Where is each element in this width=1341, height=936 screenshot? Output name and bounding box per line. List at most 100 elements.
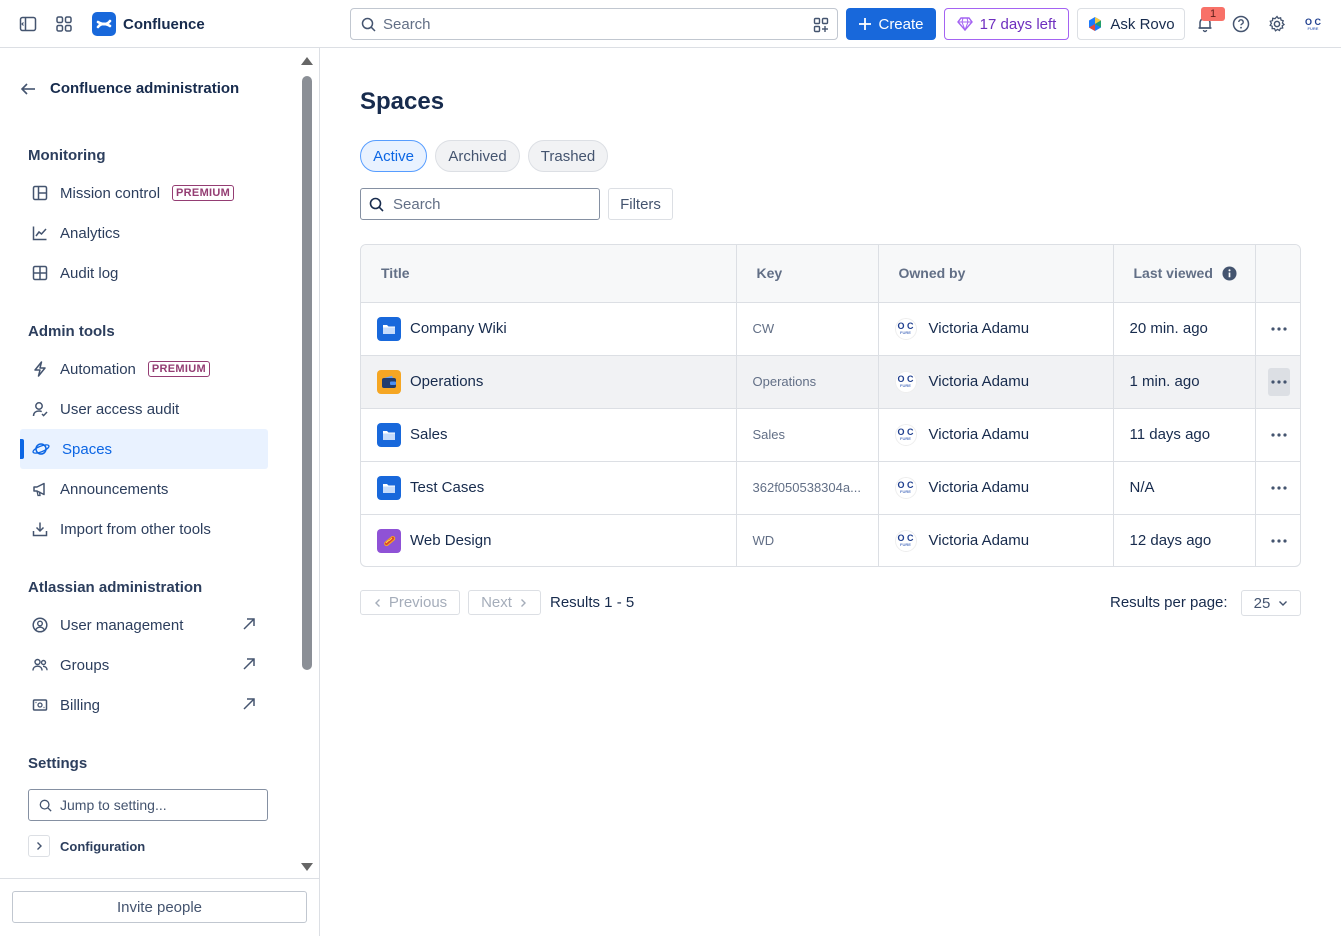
sidebar-item-groups[interactable]: Groups: [20, 645, 268, 685]
space-folder-icon: [377, 316, 401, 341]
global-search[interactable]: [350, 8, 838, 40]
trial-button[interactable]: 17 days left: [944, 8, 1069, 40]
table-row[interactable]: Operations Operations O C FURE Victoria …: [361, 355, 1300, 409]
configuration-label: Configuration: [60, 838, 146, 854]
info-icon[interactable]: [1222, 266, 1237, 281]
spaces-search-input[interactable]: [393, 195, 593, 213]
cell-last-viewed: 20 min. ago: [1113, 302, 1256, 356]
cell-actions: [1255, 302, 1300, 356]
scroll-down-icon[interactable]: [300, 862, 314, 874]
sidebar-item-user-management[interactable]: User management: [20, 605, 268, 645]
space-title-link-operations[interactable]: Operations: [410, 373, 483, 390]
cell-key: WD: [736, 514, 879, 566]
sidebar-item-spaces[interactable]: Spaces: [20, 429, 268, 469]
user-circle-icon: [32, 617, 48, 633]
sidebar-item-mission-control[interactable]: Mission control PREMIUM: [20, 173, 268, 213]
cell-key: Operations: [736, 355, 879, 409]
sidebar-item-audit-log[interactable]: Audit log: [20, 253, 268, 293]
billing-icon: [32, 699, 48, 711]
avatar-subtext: FURE: [1307, 25, 1319, 31]
jump-to-setting[interactable]: [28, 789, 268, 821]
results-count: Results 1 - 5: [550, 594, 635, 611]
more-actions-icon[interactable]: [1268, 474, 1290, 502]
help-icon[interactable]: [1229, 12, 1253, 36]
avatar-logo: O C FURE: [1302, 13, 1324, 35]
sidebar-item-announcements[interactable]: Announcements: [20, 469, 268, 509]
sidebar-item-label: Groups: [60, 656, 110, 674]
external-link-icon: [243, 658, 255, 670]
filters-button[interactable]: Filters: [608, 188, 673, 220]
space-title-link-web-design[interactable]: Web Design: [410, 532, 491, 549]
sidebar-toggle-icon[interactable]: [16, 12, 40, 36]
table-row[interactable]: Sales Sales O C FURE Victoria Adamu 11 d…: [361, 408, 1300, 462]
arrow-left-icon[interactable]: [20, 81, 36, 97]
tab-trashed[interactable]: Trashed: [528, 140, 608, 172]
table-row[interactable]: Company Wiki CW O C FURE Victoria Adamu …: [361, 302, 1300, 356]
confluence-logo-icon: [92, 12, 116, 36]
sidebar-item-analytics[interactable]: Analytics: [20, 213, 268, 253]
sidebar-item-automation[interactable]: Automation PREMIUM: [20, 349, 268, 389]
cell-last-viewed: 1 min. ago: [1113, 355, 1256, 409]
jump-to-setting-input[interactable]: [60, 797, 250, 813]
owner-name[interactable]: Victoria Adamu: [929, 373, 1030, 390]
column-header-owned-by[interactable]: Owned by: [878, 245, 1114, 303]
avatar-subtext: FURE: [900, 489, 911, 494]
global-search-input[interactable]: [383, 15, 783, 33]
column-header-key[interactable]: Key: [736, 245, 879, 303]
configuration-item[interactable]: Configuration: [28, 835, 145, 857]
ask-rovo-label: Ask Rovo: [1110, 15, 1175, 33]
table-row[interactable]: Test Cases 362f050538304a... O C FURE Vi…: [361, 461, 1300, 515]
column-header-title[interactable]: Title: [361, 245, 737, 303]
premium-badge: PREMIUM: [147, 361, 210, 377]
sidebar-scrollbar[interactable]: [300, 54, 314, 874]
sidebar-item-import[interactable]: Import from other tools: [20, 509, 268, 549]
sidebar-item-label: Spaces: [62, 440, 113, 458]
search-icon: [369, 197, 384, 212]
results-per-page-select[interactable]: 25: [1241, 590, 1301, 616]
invite-people-button[interactable]: Invite people: [12, 891, 307, 923]
cell-owner: O C FURE Victoria Adamu: [878, 514, 1114, 566]
cell-actions: [1255, 355, 1300, 409]
space-title-link-test-cases[interactable]: Test Cases: [410, 479, 484, 496]
more-actions-icon[interactable]: [1268, 421, 1290, 449]
ask-rovo-button[interactable]: Ask Rovo: [1077, 8, 1185, 40]
table-row[interactable]: Web Design WD O C FURE Victoria Adamu 12…: [361, 514, 1300, 566]
tab-archived[interactable]: Archived: [435, 140, 520, 172]
space-title-link-company-wiki[interactable]: Company Wiki: [410, 320, 507, 337]
tab-active[interactable]: Active: [360, 140, 427, 172]
more-actions-icon[interactable]: [1268, 315, 1290, 343]
page-title: Spaces: [360, 88, 445, 115]
cell-actions: [1255, 408, 1300, 462]
owner-avatar: O C FURE: [894, 423, 917, 446]
owner-name[interactable]: Victoria Adamu: [929, 479, 1030, 496]
create-button[interactable]: Create: [846, 8, 936, 40]
owner-name[interactable]: Victoria Adamu: [929, 426, 1030, 443]
chevron-right-icon[interactable]: [28, 835, 50, 857]
space-title-link-sales[interactable]: Sales: [410, 426, 448, 443]
scrollbar-thumb[interactable]: [302, 76, 312, 670]
confluence-logo[interactable]: Confluence: [92, 12, 205, 36]
search-icon: [39, 799, 52, 812]
next-button[interactable]: Next: [468, 590, 541, 615]
more-actions-icon[interactable]: [1268, 527, 1290, 555]
settings-gear-icon[interactable]: [1265, 12, 1289, 36]
chevron-down-icon: [1279, 601, 1288, 606]
app-switcher-icon[interactable]: [52, 12, 76, 36]
scroll-up-icon[interactable]: [300, 54, 314, 66]
previous-button[interactable]: Previous: [360, 590, 460, 615]
avatar-subtext: FURE: [900, 330, 911, 335]
plus-icon: [859, 18, 872, 30]
premium-badge: PREMIUM: [172, 185, 235, 201]
section-atlassian-admin: Atlassian administration: [28, 579, 203, 596]
notification-badge: 1: [1201, 7, 1225, 21]
spaces-search[interactable]: [360, 188, 600, 220]
search-filter-icon[interactable]: [813, 17, 829, 33]
column-header-last-viewed[interactable]: Last viewed: [1113, 245, 1256, 303]
more-actions-icon[interactable]: [1267, 367, 1290, 396]
profile-avatar[interactable]: O C FURE: [1301, 12, 1325, 36]
owner-name[interactable]: Victoria Adamu: [929, 532, 1030, 549]
owner-name[interactable]: Victoria Adamu: [929, 320, 1030, 337]
sidebar-item-billing[interactable]: Billing: [20, 685, 268, 725]
sidebar-item-user-access-audit[interactable]: User access audit: [20, 389, 268, 429]
back-to-admin[interactable]: Confluence administration: [20, 80, 239, 97]
